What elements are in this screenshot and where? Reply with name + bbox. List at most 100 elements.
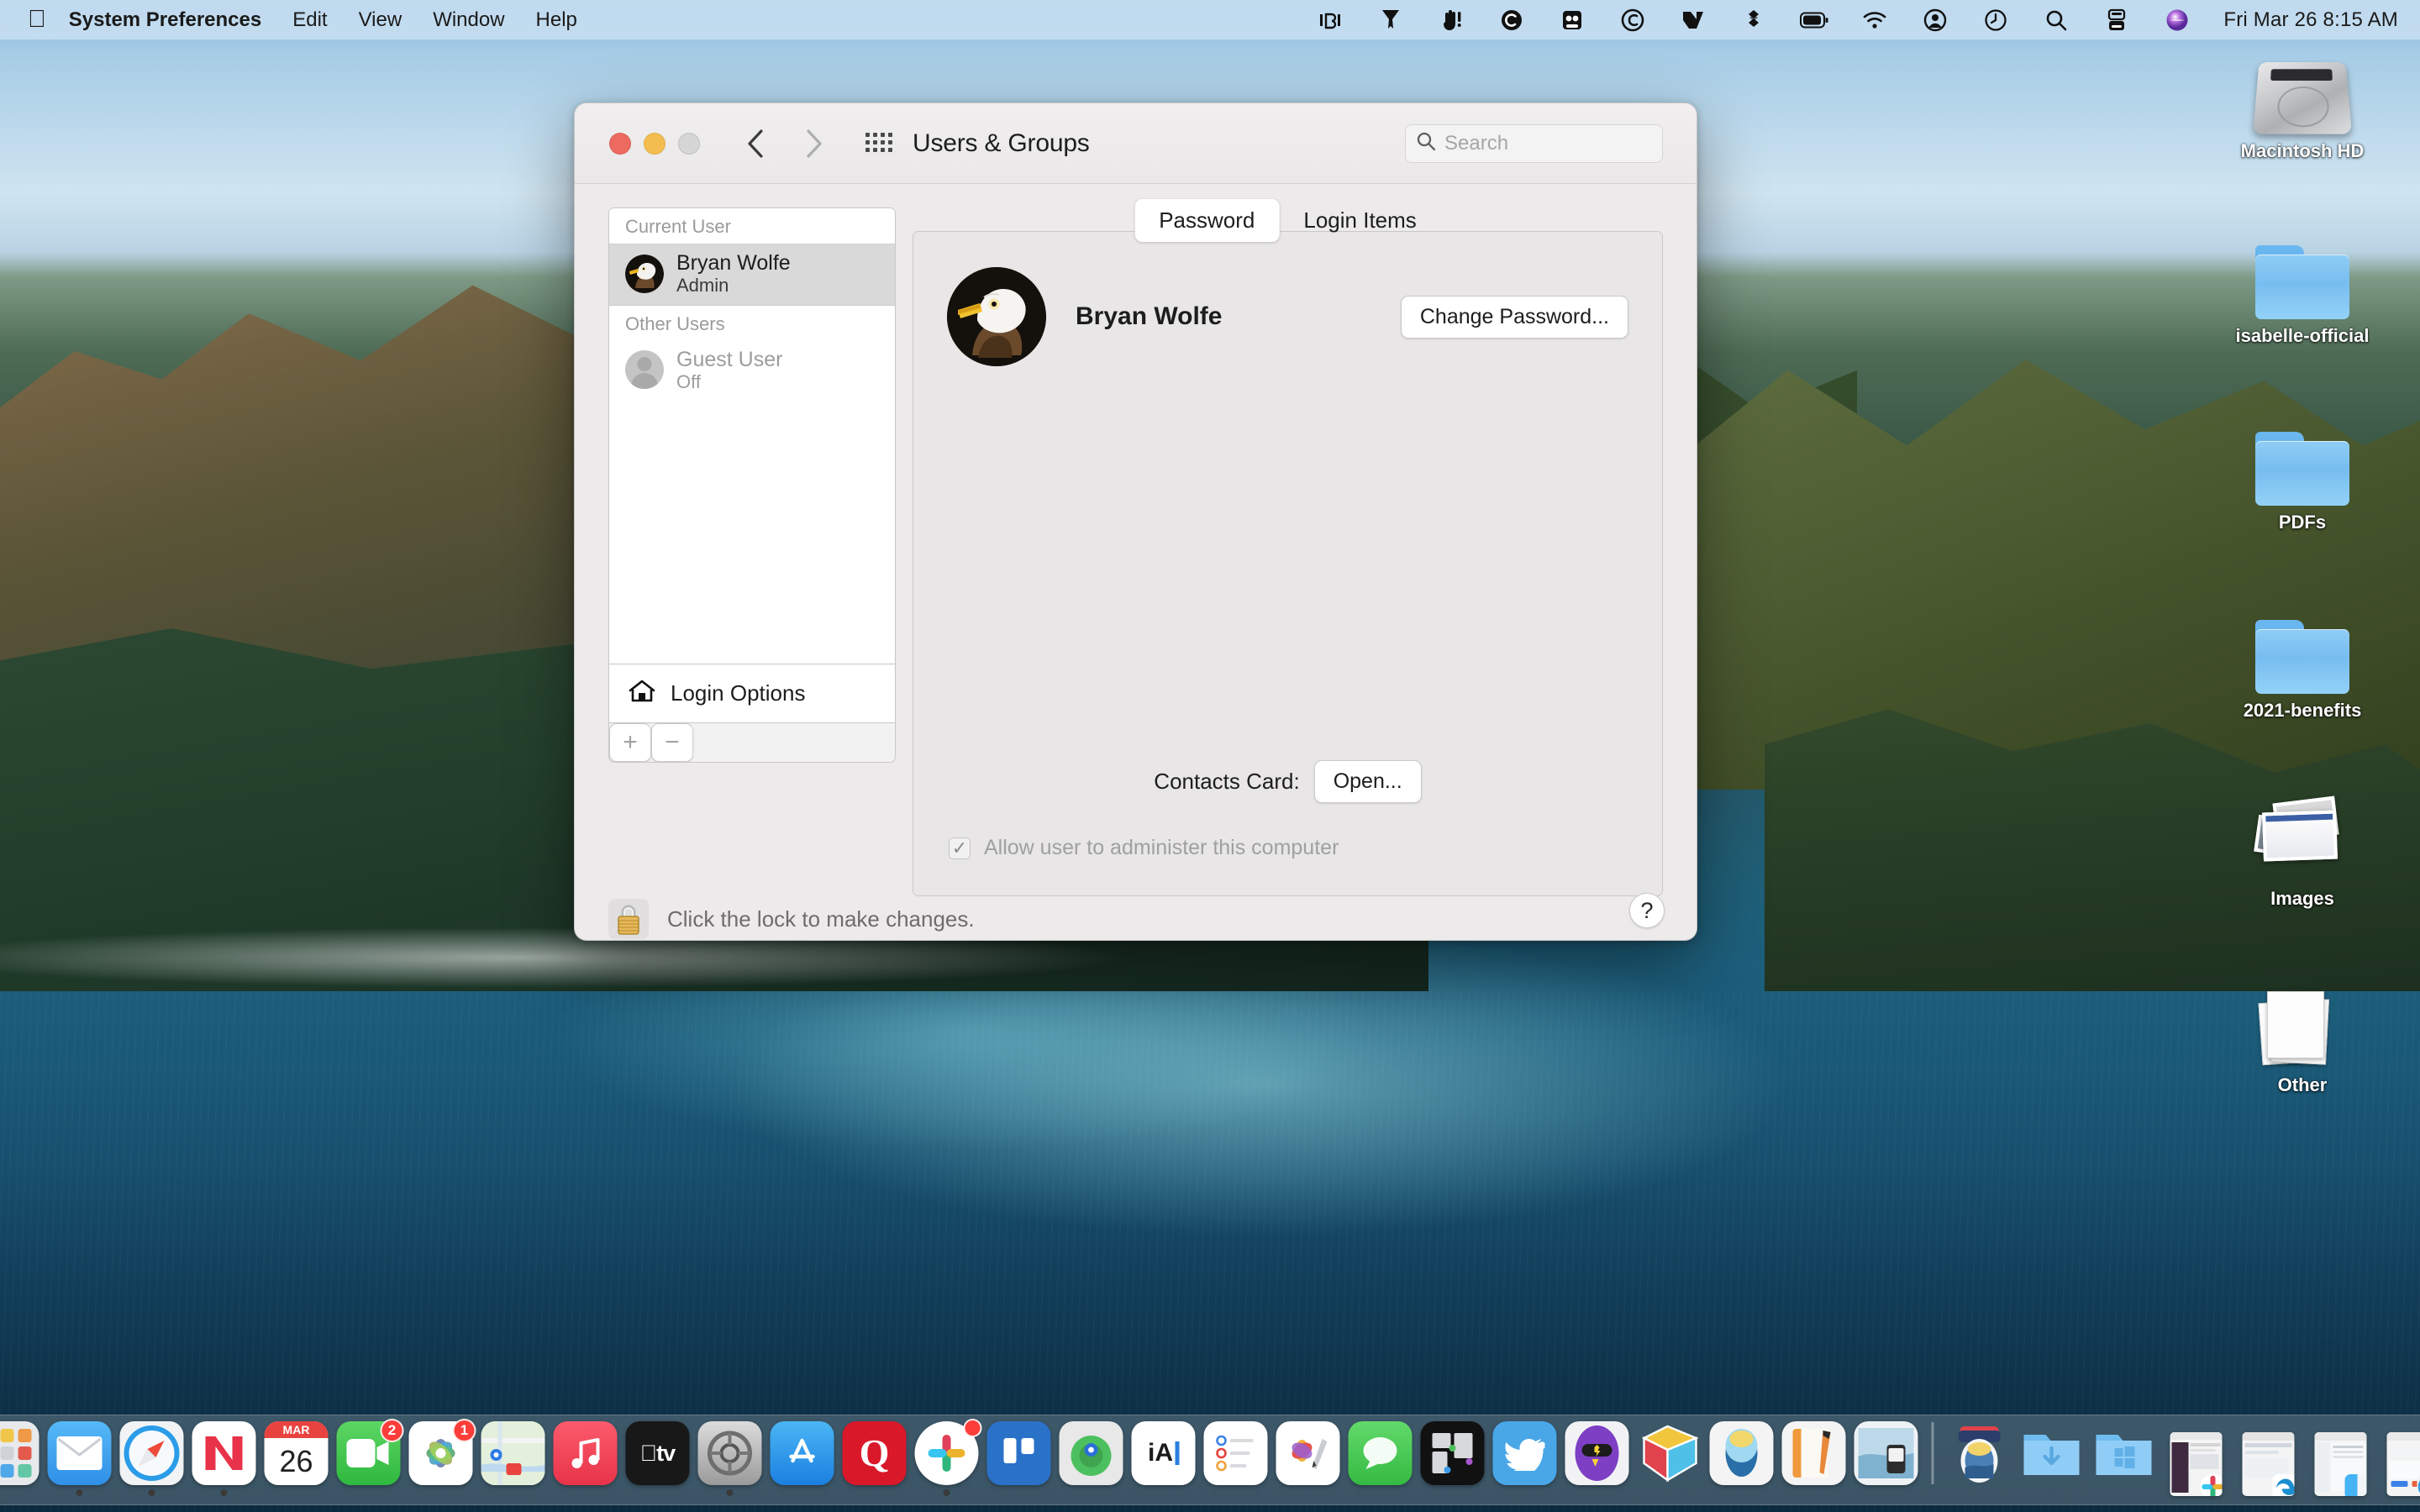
dock-item-pixelmator[interactable] <box>1272 1421 1344 1496</box>
battery-icon[interactable] <box>1800 6 1828 34</box>
chevron-left-icon[interactable] <box>746 129 765 159</box>
bald-eagle-avatar[interactable] <box>947 267 1046 366</box>
dock-item-app-store[interactable] <box>766 1421 839 1496</box>
menu-bar-clock[interactable]: Fri Mar 26 8:15 AM <box>2223 8 2398 32</box>
menu-item-window[interactable]: Window <box>433 8 504 32</box>
closed-padlock-icon[interactable] <box>608 899 649 939</box>
dock-item-calendar[interactable]: MAR 26 <box>260 1421 333 1496</box>
vpn-icon[interactable] <box>1558 6 1586 34</box>
notion-icon[interactable] <box>1679 6 1707 34</box>
dock-item-notes[interactable] <box>1778 1421 1850 1496</box>
image-stack-icon <box>2223 788 2382 882</box>
show-all-grid-icon[interactable] <box>865 132 892 155</box>
control-center-icon[interactable] <box>2102 6 2131 34</box>
user-account-icon[interactable] <box>1921 6 1949 34</box>
dropbox-icon[interactable] <box>1739 6 1768 34</box>
password-panel: Bryan Wolfe Change Password... Contacts … <box>913 231 1663 896</box>
minimized-window-edge[interactable] <box>2233 1432 2305 1496</box>
desktop-icon-2021-benefits[interactable]: 2021-benefits <box>2223 600 2382 722</box>
desktop-icon-isabelle-official[interactable]: isabelle-official <box>2223 225 2382 347</box>
running-indicator <box>871 1489 878 1496</box>
dock-item-safari[interactable] <box>116 1421 188 1496</box>
list-item-bryan-wolfe[interactable]: Bryan Wolfe Admin <box>609 244 895 306</box>
running-indicator <box>726 1489 734 1496</box>
reminders-icon <box>1203 1421 1268 1485</box>
dock-item-image-capture[interactable] <box>1850 1421 1923 1496</box>
dock-item-trello[interactable] <box>983 1421 1055 1496</box>
desktop-icon-pdfs[interactable]: PDFs <box>2223 412 2382 533</box>
calendar-icon: MAR 26 <box>264 1421 329 1485</box>
add-user-button[interactable]: + <box>609 723 651 762</box>
admin-checkbox[interactable]: ✓ <box>949 837 971 859</box>
time-machine-icon[interactable] <box>1981 6 2010 34</box>
zoom-button[interactable] <box>678 132 700 155</box>
dock-item-ia-writer[interactable]: iA <box>1128 1421 1200 1496</box>
notification-flag-icon[interactable] <box>1376 6 1405 34</box>
siri-icon[interactable] <box>2163 6 2191 34</box>
admin-checkbox-row[interactable]: ✓ Allow user to administer this computer <box>949 836 1339 860</box>
dock-item-facetime[interactable]: 2 <box>333 1419 405 1496</box>
dock-item-photos[interactable]: 1 <box>405 1419 477 1496</box>
help-button[interactable]: ? <box>1629 893 1665 928</box>
dock-item-quip[interactable]: Q <box>839 1421 911 1496</box>
running-indicator <box>220 1489 228 1496</box>
chevron-right-icon[interactable] <box>805 129 823 159</box>
user-full-name: Bryan Wolfe <box>1076 302 1223 330</box>
dock-item-reminders[interactable] <box>1200 1421 1272 1496</box>
change-password-button[interactable]: Change Password... <box>1400 295 1628 339</box>
sidebar-item-login-options[interactable]: Login Options <box>609 664 895 722</box>
edge-icon <box>2272 1474 2295 1496</box>
dock-item-balsamiq[interactable] <box>1634 1421 1706 1496</box>
tab-password[interactable]: Password <box>1134 199 1280 242</box>
dock-item-maps[interactable] <box>477 1421 550 1496</box>
dock-item-preview[interactable] <box>1706 1421 1778 1496</box>
running-indicator <box>1088 1489 1095 1496</box>
dock-item-antidote[interactable] <box>1561 1421 1634 1496</box>
document-stack-icon <box>2223 974 2382 1068</box>
dock-item-news[interactable] <box>188 1421 260 1496</box>
window-thumbnail <box>2386 1432 2420 1496</box>
menu-item-help[interactable]: Help <box>536 8 577 32</box>
dock-item-music[interactable] <box>550 1421 622 1496</box>
spotlight-search-icon[interactable] <box>2042 6 2070 34</box>
minimize-button[interactable] <box>644 132 666 155</box>
dock-item-downloads-folder[interactable] <box>2016 1421 2088 1496</box>
dock-item-system-preferences[interactable] <box>694 1421 766 1496</box>
dock-item-recents-stack[interactable] <box>1944 1421 2016 1496</box>
tab-login-items[interactable]: Login Items <box>1279 199 1440 242</box>
dock-item-mosaic[interactable] <box>1417 1421 1489 1496</box>
search-input[interactable]: Search <box>1405 123 1663 163</box>
menu-item-edit[interactable]: Edit <box>292 8 327 32</box>
menu-item-view[interactable]: View <box>359 8 402 32</box>
close-button[interactable] <box>609 132 631 155</box>
copy-c-icon[interactable] <box>1497 6 1526 34</box>
minimized-window-slack[interactable] <box>2160 1432 2233 1496</box>
folder-icon <box>2223 600 2382 694</box>
dock-item-windows-folder[interactable] <box>2088 1421 2160 1496</box>
ibi-icon[interactable] <box>1316 6 1344 34</box>
desktop-icon-other[interactable]: Other <box>2223 974 2382 1096</box>
apple-logo-icon[interactable]:  <box>28 8 46 32</box>
minimized-window-safari[interactable] <box>2377 1432 2420 1496</box>
dock-item-launchpad[interactable] <box>0 1421 44 1496</box>
list-item-guest-user[interactable]: Guest User Off <box>609 340 895 402</box>
dock-item-twitter[interactable] <box>1489 1421 1561 1496</box>
dock: CAN <box>0 1415 2420 1505</box>
dock-item-messages[interactable] <box>1344 1421 1417 1496</box>
dock-item-slack[interactable] <box>911 1419 983 1496</box>
dock-item-apple-tv[interactable]: tv <box>622 1421 694 1496</box>
minimized-window-finder[interactable] <box>2305 1432 2377 1496</box>
adobe-creative-cloud-icon[interactable] <box>1618 6 1647 34</box>
remove-user-button[interactable]: − <box>651 723 693 762</box>
open-contacts-card-button[interactable]: Open... <box>1313 760 1422 803</box>
desktop-icon-images[interactable]: Images <box>2223 788 2382 910</box>
user-role: Admin <box>676 275 729 296</box>
hand-alert-icon[interactable] <box>1437 6 1465 34</box>
desktop-icon-macintosh-hd[interactable]: Macintosh HD <box>2223 40 2382 162</box>
window-thumbnail <box>2242 1432 2295 1496</box>
app-store-icon <box>770 1421 834 1485</box>
menu-item-system-preferences[interactable]: System Preferences <box>69 8 261 32</box>
dock-item-find-my[interactable] <box>1055 1421 1128 1496</box>
wifi-icon[interactable] <box>1860 6 1889 34</box>
dock-item-mail[interactable] <box>44 1421 116 1496</box>
